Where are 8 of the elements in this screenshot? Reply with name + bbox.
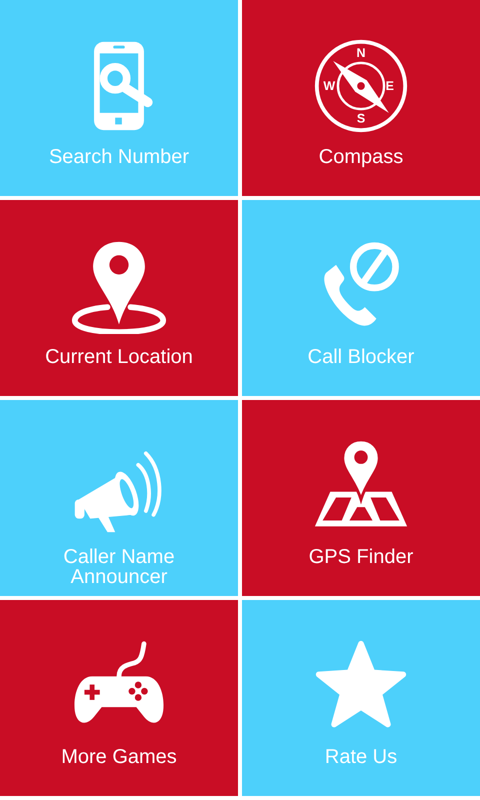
compass-point-label: E [386, 78, 394, 93]
compass-point-label: S [356, 111, 366, 126]
compass-point-label: N [356, 46, 366, 60]
compass-point-label: W [323, 78, 336, 93]
menu-tile[interactable]: Current Location [0, 200, 238, 396]
menu-tile[interactable]: More Games [0, 600, 238, 796]
menu-tile[interactable]: GPS Finder [242, 400, 480, 596]
menu-tile[interactable]: N E S W Compass [242, 0, 480, 196]
